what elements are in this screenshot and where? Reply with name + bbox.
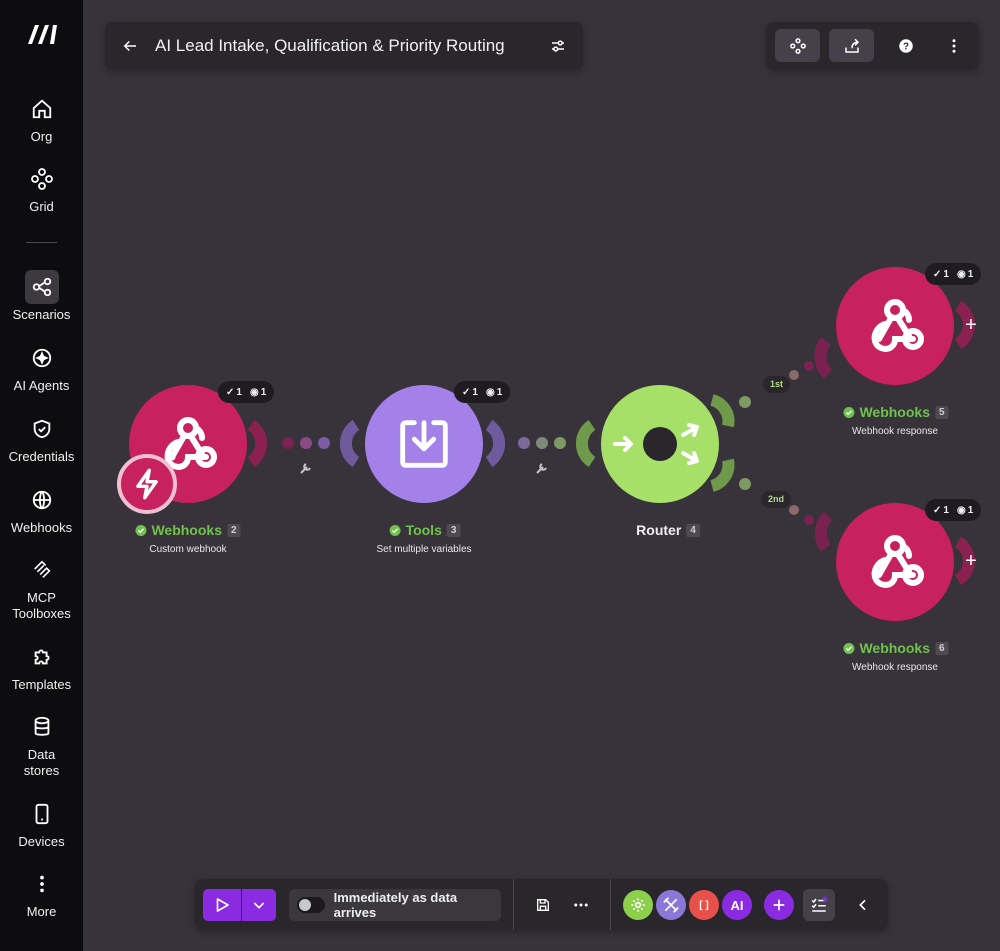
connection-dot	[300, 437, 312, 449]
node-3-input-handle	[339, 419, 360, 468]
toggle-switch[interactable]	[297, 897, 325, 913]
node-description: Set multiple variables	[376, 544, 472, 555]
divider	[513, 879, 514, 930]
wrench-icon	[300, 463, 311, 474]
connection-dot	[536, 437, 548, 449]
node-6-input-handle	[814, 511, 833, 552]
connection-dot	[789, 370, 799, 380]
check-icon	[843, 406, 855, 418]
webhook-icon	[871, 535, 924, 588]
add-module-button[interactable]: +	[959, 541, 983, 581]
node-label: Tools 3	[389, 522, 461, 538]
node-3-output-handle	[485, 419, 506, 468]
check-icon	[135, 524, 147, 536]
route-label-1st[interactable]: 1st	[763, 376, 791, 393]
download-tray-icon	[400, 420, 448, 468]
node-id: 2	[226, 523, 241, 537]
router-node[interactable]	[601, 385, 719, 503]
operations-badge[interactable]: ✓ 1 ◉ 1	[454, 381, 511, 403]
trigger-badge	[117, 454, 177, 514]
node-id: 5	[934, 405, 949, 419]
check-double-icon: ✓	[933, 504, 942, 516]
bottom-toolbar: Immediately as data arrives [ ] AI	[195, 879, 888, 930]
router-icon	[613, 423, 699, 465]
router-input-handle	[575, 419, 596, 468]
node-id: 6	[934, 641, 949, 655]
node-app-name: Tools	[405, 522, 442, 538]
schedule-label: Immediately as data arrives	[333, 890, 458, 920]
connection-dot	[282, 437, 294, 449]
check-double-icon: ✓	[226, 386, 235, 398]
wrench-icon	[536, 463, 547, 474]
scenario-settings-tool[interactable]	[623, 890, 653, 920]
tools-tool[interactable]	[656, 890, 686, 920]
node-app-name: Router	[636, 522, 682, 538]
chevron-left-icon	[859, 899, 866, 911]
save-button[interactable]	[527, 889, 559, 921]
node-app-name: Webhooks	[151, 522, 222, 538]
divider	[610, 879, 611, 930]
node-label: Webhooks 2	[135, 522, 241, 538]
operations-badge[interactable]: ✓ 1 ◉ 1	[925, 499, 982, 521]
node-2-output-handle	[247, 419, 268, 468]
eye-icon: ◉	[249, 386, 259, 398]
plus-icon	[773, 899, 785, 911]
connection-dot	[739, 478, 751, 490]
node-description: Webhook response	[852, 426, 938, 437]
more-horizontal-icon	[574, 903, 588, 907]
node-id: 4	[686, 523, 700, 537]
connection-dot	[804, 515, 814, 525]
add-tool-button[interactable]	[764, 890, 794, 920]
node-id: 3	[446, 523, 461, 537]
save-icon	[537, 899, 549, 911]
node-app-name: Webhooks	[859, 640, 930, 656]
eye-icon: ◉	[956, 268, 966, 280]
plus-icon: +	[965, 549, 977, 572]
node-label: Router 4	[636, 522, 700, 538]
collapse-toolbar-button[interactable]	[847, 889, 879, 921]
check-icon	[389, 524, 401, 536]
lightning-icon	[136, 468, 158, 500]
node-description: Custom webhook	[149, 544, 227, 555]
connection-dot	[518, 437, 530, 449]
node-label: Webhooks 6	[843, 640, 949, 656]
check-icon	[843, 642, 855, 654]
operations-badge[interactable]: ✓ 1 ◉ 1	[218, 381, 275, 403]
eye-icon: ◉	[956, 504, 966, 516]
webhook-icon	[871, 299, 924, 352]
node-5-input-handle	[814, 337, 833, 379]
gear-icon	[631, 898, 645, 912]
connection-dot	[739, 396, 751, 408]
operations-badge[interactable]: ✓ 1 ◉ 1	[925, 263, 982, 285]
play-icon	[216, 898, 229, 912]
connection-dot	[554, 437, 566, 449]
checklist-icon	[811, 896, 828, 912]
schedule-toggle[interactable]: Immediately as data arrives	[289, 889, 501, 921]
route-label-2nd[interactable]: 2nd	[761, 491, 792, 508]
check-double-icon: ✓	[933, 268, 942, 280]
tools-cross-icon	[663, 897, 679, 913]
run-once-button[interactable]	[203, 889, 241, 921]
flow-control-tool[interactable]: [ ]	[689, 890, 719, 920]
ai-tool[interactable]: AI	[722, 890, 752, 920]
node-label: Webhooks 5	[843, 404, 949, 420]
node-app-name: Webhooks	[859, 404, 930, 420]
eye-icon: ◉	[485, 386, 495, 398]
node-description: Webhook response	[852, 662, 938, 673]
connection-dot	[804, 361, 814, 371]
run-options-dropdown[interactable]	[242, 889, 276, 921]
add-module-button[interactable]: +	[959, 305, 983, 345]
plus-icon: +	[965, 313, 977, 336]
connection-dot	[789, 505, 799, 515]
chevron-down-icon	[253, 902, 265, 909]
connection-dot	[318, 437, 330, 449]
check-double-icon: ✓	[462, 386, 471, 398]
notes-button[interactable]	[803, 889, 835, 921]
more-actions-button[interactable]	[565, 889, 597, 921]
